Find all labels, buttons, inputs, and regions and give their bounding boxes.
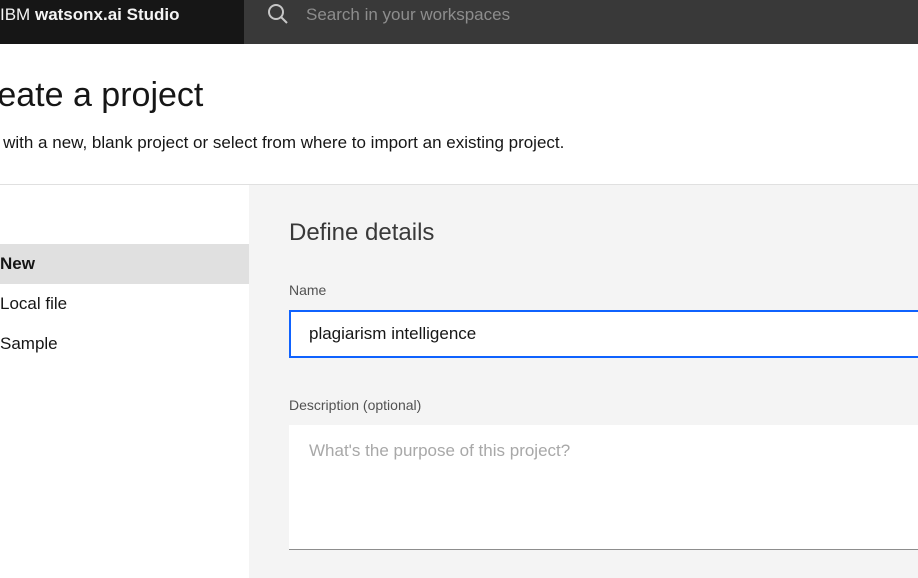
top-header: IBM watsonx.ai Studio bbox=[0, 0, 918, 44]
nav-item-new[interactable]: New bbox=[0, 244, 249, 284]
brand-product: watsonx.ai Studio bbox=[34, 5, 180, 24]
section-title: Define details bbox=[289, 219, 435, 246]
nav-item-sample[interactable]: Sample bbox=[0, 324, 249, 364]
nav-item-label: Sample bbox=[0, 334, 58, 353]
description-input[interactable] bbox=[289, 425, 918, 550]
source-nav: New Local file Sample bbox=[0, 185, 249, 578]
search-input[interactable] bbox=[306, 0, 906, 30]
page-title: reate a project bbox=[0, 76, 204, 114]
brand-prefix: IBM bbox=[0, 5, 31, 24]
details-panel: Define details Name Description (optiona… bbox=[249, 185, 918, 578]
nav-item-label: New bbox=[0, 254, 35, 273]
search-bar bbox=[244, 0, 918, 44]
name-label: Name bbox=[289, 282, 327, 298]
name-input[interactable] bbox=[289, 310, 918, 358]
nav-item-label: Local file bbox=[0, 294, 68, 313]
description-label: Description (optional) bbox=[289, 397, 422, 413]
nav-item-local-file[interactable]: Local file bbox=[0, 284, 249, 324]
brand-logo[interactable]: IBM watsonx.ai Studio bbox=[0, 0, 244, 44]
search-icon[interactable] bbox=[266, 2, 290, 26]
page-subtitle: rt with a new, blank project or select f… bbox=[0, 133, 565, 152]
